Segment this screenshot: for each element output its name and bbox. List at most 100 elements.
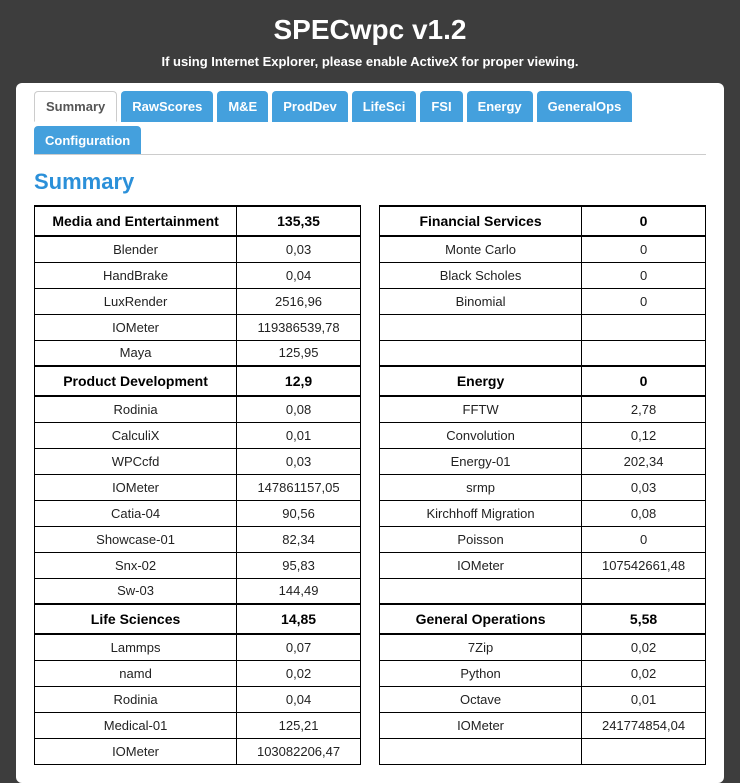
row-label: Blender	[35, 236, 237, 262]
row-value	[582, 578, 706, 604]
row-label: IOMeter	[35, 474, 237, 500]
row-value: 0,01	[237, 422, 361, 448]
tab-bar: SummaryRawScoresM&EProdDevLifeSciFSIEner…	[34, 83, 706, 155]
row-label: LuxRender	[35, 288, 237, 314]
summary-table-right: Financial Services0Monte Carlo0Black Sch…	[379, 205, 706, 765]
row-label: FFTW	[380, 396, 582, 422]
row-value: 144,49	[237, 578, 361, 604]
row-label: Rodinia	[35, 686, 237, 712]
row-value	[582, 738, 706, 764]
tab-fsi[interactable]: FSI	[420, 91, 462, 122]
content-panel: SummaryRawScoresM&EProdDevLifeSciFSIEner…	[16, 83, 724, 783]
row-label: CalculiX	[35, 422, 237, 448]
row-label: srmp	[380, 474, 582, 500]
row-label: namd	[35, 660, 237, 686]
row-label: Financial Services	[380, 206, 582, 236]
row-label: Binomial	[380, 288, 582, 314]
row-label: Rodinia	[35, 396, 237, 422]
row-value: 107542661,48	[582, 552, 706, 578]
row-label: General Operations	[380, 604, 582, 634]
row-value: 0,02	[582, 660, 706, 686]
row-value: 12,9	[237, 366, 361, 396]
row-value: 103082206,47	[237, 738, 361, 764]
row-label: HandBrake	[35, 262, 237, 288]
row-label	[380, 578, 582, 604]
row-value: 95,83	[237, 552, 361, 578]
section-title: Summary	[34, 169, 706, 195]
row-value: 90,56	[237, 500, 361, 526]
row-value: 0,04	[237, 686, 361, 712]
row-label: Monte Carlo	[380, 236, 582, 262]
row-value: 0,12	[582, 422, 706, 448]
row-value: 0	[582, 262, 706, 288]
row-value: 0,07	[237, 634, 361, 660]
row-value: 82,34	[237, 526, 361, 552]
row-value: 0,02	[582, 634, 706, 660]
row-label: Energy	[380, 366, 582, 396]
row-value: 0	[582, 236, 706, 262]
row-label: IOMeter	[35, 314, 237, 340]
tab-me[interactable]: M&E	[217, 91, 268, 122]
row-value	[582, 314, 706, 340]
row-label: Octave	[380, 686, 582, 712]
row-value: 0,03	[582, 474, 706, 500]
row-label: Kirchhoff Migration	[380, 500, 582, 526]
page-title: SPECwpc v1.2	[0, 0, 740, 54]
row-value: 5,58	[582, 604, 706, 634]
row-value: 2516,96	[237, 288, 361, 314]
row-label: Snx-02	[35, 552, 237, 578]
row-value: 0,03	[237, 448, 361, 474]
tab-generalops[interactable]: GeneralOps	[537, 91, 633, 122]
row-label: 7Zip	[380, 634, 582, 660]
row-value: 14,85	[237, 604, 361, 634]
summary-grid: Media and Entertainment135,35Blender0,03…	[34, 205, 706, 765]
tab-configuration[interactable]: Configuration	[34, 126, 141, 155]
row-value: 202,34	[582, 448, 706, 474]
row-label: Showcase-01	[35, 526, 237, 552]
row-value: 0	[582, 526, 706, 552]
row-value: 0,01	[582, 686, 706, 712]
tab-energy[interactable]: Energy	[467, 91, 533, 122]
row-label	[380, 340, 582, 366]
row-label: IOMeter	[380, 712, 582, 738]
row-value: 147861157,05	[237, 474, 361, 500]
row-label: WPCcfd	[35, 448, 237, 474]
row-value: 119386539,78	[237, 314, 361, 340]
row-label	[380, 738, 582, 764]
row-label	[380, 314, 582, 340]
row-value	[582, 340, 706, 366]
row-label: Black Scholes	[380, 262, 582, 288]
summary-table-left: Media and Entertainment135,35Blender0,03…	[34, 205, 361, 765]
row-label: Lammps	[35, 634, 237, 660]
row-value: 0	[582, 288, 706, 314]
row-label: Sw-03	[35, 578, 237, 604]
row-label: Medical-01	[35, 712, 237, 738]
row-label: IOMeter	[35, 738, 237, 764]
row-label: Poisson	[380, 526, 582, 552]
row-value: 125,95	[237, 340, 361, 366]
row-label: Catia-04	[35, 500, 237, 526]
row-value: 125,21	[237, 712, 361, 738]
row-value: 0,03	[237, 236, 361, 262]
row-value: 135,35	[237, 206, 361, 236]
row-label: Media and Entertainment	[35, 206, 237, 236]
row-label: Python	[380, 660, 582, 686]
row-value: 0	[582, 366, 706, 396]
row-value: 0,02	[237, 660, 361, 686]
tab-rawscores[interactable]: RawScores	[121, 91, 213, 122]
row-value: 0,08	[582, 500, 706, 526]
tab-lifesci[interactable]: LifeSci	[352, 91, 417, 122]
tab-proddev[interactable]: ProdDev	[272, 91, 347, 122]
row-value: 0	[582, 206, 706, 236]
row-label: Maya	[35, 340, 237, 366]
row-value: 241774854,04	[582, 712, 706, 738]
row-label: Energy-01	[380, 448, 582, 474]
tab-summary[interactable]: Summary	[34, 91, 117, 122]
row-label: Life Sciences	[35, 604, 237, 634]
notice-text: If using Internet Explorer, please enabl…	[0, 54, 740, 83]
row-label: Product Development	[35, 366, 237, 396]
row-label: IOMeter	[380, 552, 582, 578]
row-value: 0,08	[237, 396, 361, 422]
row-label: Convolution	[380, 422, 582, 448]
row-value: 0,04	[237, 262, 361, 288]
